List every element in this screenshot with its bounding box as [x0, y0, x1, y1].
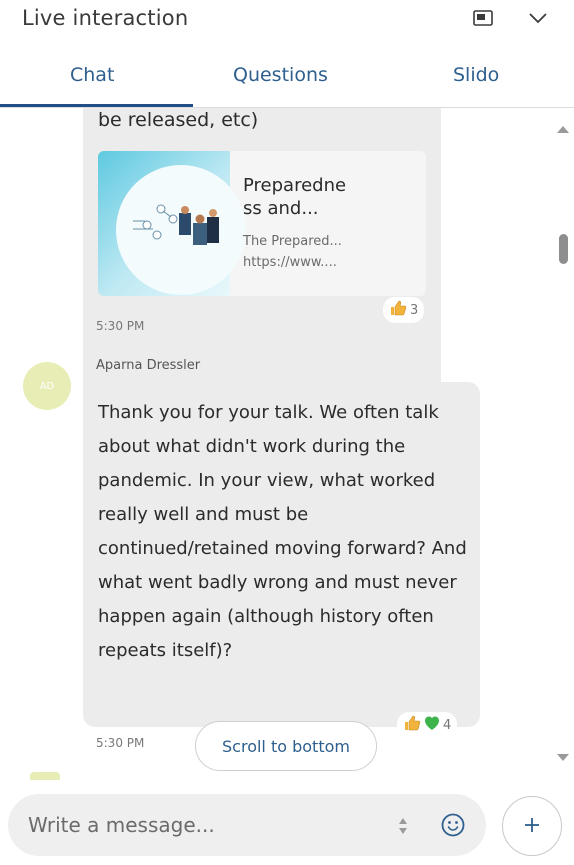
thumbs-up-icon [403, 714, 421, 736]
network-graphic-icon [133, 204, 219, 245]
link-preview-description: The Prepared... https://www.... [243, 231, 413, 273]
link-title-line: ss and... [243, 198, 319, 219]
chevron-down-icon[interactable] [528, 10, 548, 24]
smiley-icon[interactable] [440, 812, 466, 838]
link-url: https://www.... [243, 255, 337, 270]
add-button[interactable] [502, 796, 562, 856]
link-preview-title: Preparedne ss and... [243, 174, 393, 220]
tab-bar: Chat Questions Slido [0, 58, 574, 108]
link-title-line: Preparedne [243, 175, 347, 196]
scroll-up-arrow-icon[interactable] [557, 126, 569, 133]
message-text: Thank you for your talk. We often talk a… [98, 402, 467, 661]
message-author: Aparna Dressler [96, 358, 201, 373]
scroll-to-bottom-button[interactable]: Scroll to bottom [195, 721, 377, 771]
message-timestamp: 5:30 PM [96, 736, 145, 750]
message-text: be released, etc) [98, 109, 259, 131]
link-description: The Prepared... [243, 234, 342, 249]
chat-message-list[interactable]: be released, etc) Preparedne ss and... T… [0, 108, 574, 780]
panel-header: Live interaction [0, 0, 574, 44]
scroll-down-arrow-icon[interactable] [557, 754, 569, 761]
reaction-count: 4 [443, 717, 452, 733]
tab-chat[interactable]: Chat [70, 64, 114, 86]
link-preview-card[interactable]: Preparedne ss and... The Prepared... htt… [98, 151, 426, 296]
reaction-badge[interactable]: 4 [397, 712, 458, 738]
message-composer [8, 794, 486, 856]
avatar [30, 772, 60, 780]
reaction-count: 3 [410, 302, 419, 318]
chat-scrollbar[interactable] [553, 108, 573, 780]
popout-icon[interactable] [473, 10, 493, 26]
reaction-badge[interactable]: 3 [383, 297, 425, 323]
resize-handle-icon[interactable] [398, 816, 408, 836]
message-bubble: Thank you for your talk. We often talk a… [83, 382, 480, 727]
thumbs-up-icon [389, 299, 407, 321]
plus-icon [522, 815, 542, 838]
link-preview-thumbnail [98, 151, 246, 296]
tab-slido[interactable]: Slido [453, 64, 499, 86]
message-timestamp: 5:30 PM [96, 319, 145, 333]
panel-title: Live interaction [22, 6, 189, 30]
scrollbar-thumb[interactable] [559, 234, 568, 264]
avatar: AD [23, 362, 71, 410]
green-heart-icon [423, 715, 441, 735]
active-tab-indicator [0, 104, 193, 107]
tab-questions[interactable]: Questions [233, 64, 328, 86]
message-input[interactable] [28, 806, 368, 844]
